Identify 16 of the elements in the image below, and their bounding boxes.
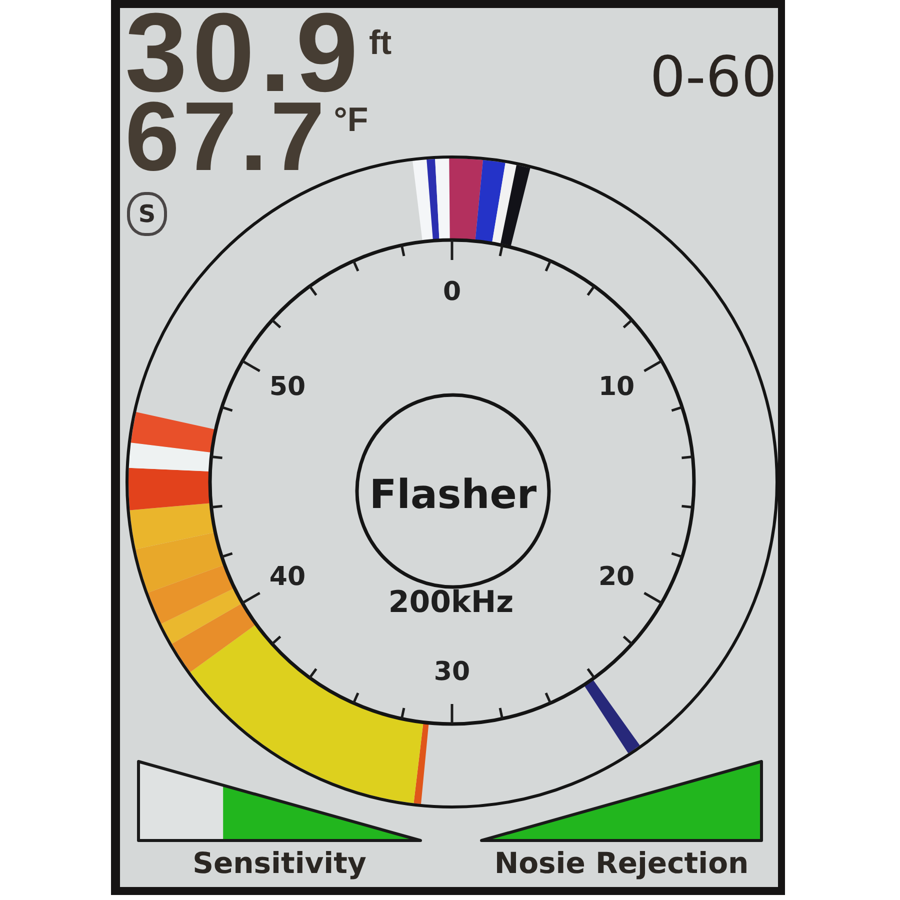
flasher-title: Flasher — [369, 472, 537, 518]
scale-label: 10 — [598, 372, 635, 402]
scale-label: 0 — [442, 277, 462, 307]
reading-unit: °F — [334, 103, 368, 137]
reading-value: 67.7 — [125, 94, 328, 178]
reading-value: 30.9 — [125, 12, 363, 94]
scale-label: 40 — [269, 562, 306, 592]
meter-label: Sensitivity — [192, 847, 366, 879]
mode-badge: S — [127, 192, 167, 236]
depth-range: 0-60 — [650, 50, 777, 106]
meter-label: Nosie Rejection — [494, 847, 749, 879]
scale-label: 20 — [598, 562, 635, 592]
frequency-label: 200kHz — [388, 585, 514, 620]
scale-label: 50 — [269, 372, 306, 402]
reading-unit: ft — [368, 26, 392, 60]
scale-label: 30 — [434, 657, 470, 687]
